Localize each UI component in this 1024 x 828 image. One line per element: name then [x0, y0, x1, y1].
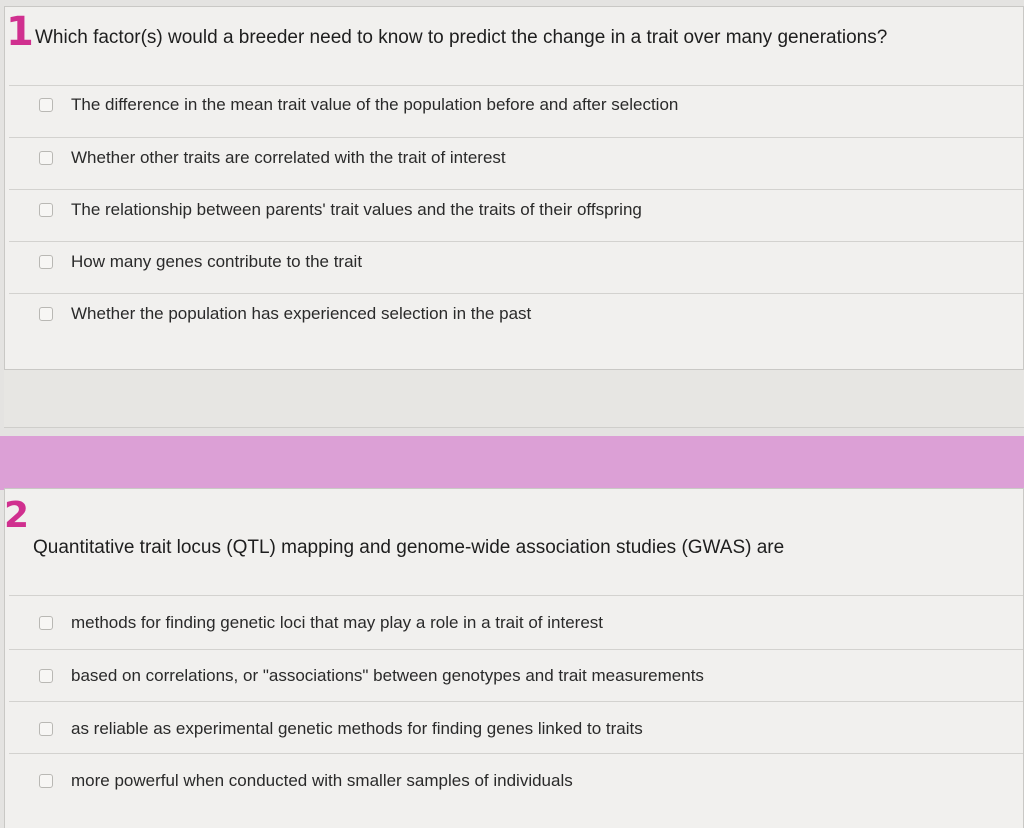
divider: [9, 649, 1023, 650]
question-2-option-1[interactable]: methods for finding genetic loci that ma…: [39, 611, 603, 635]
question-2-option-3[interactable]: as reliable as experimental genetic meth…: [39, 717, 643, 741]
divider: [9, 189, 1023, 190]
option-label: Whether other traits are correlated with…: [71, 148, 506, 167]
divider: [9, 753, 1023, 754]
divider: [9, 595, 1023, 596]
option-label: based on correlations, or "associations"…: [71, 666, 704, 685]
highlight-band: [0, 436, 1024, 490]
question-2-option-2[interactable]: based on correlations, or "associations"…: [39, 664, 704, 688]
question-2-annotation-marker: 2: [4, 495, 30, 536]
divider: [9, 293, 1023, 294]
divider: [9, 85, 1023, 86]
question-1-option-4[interactable]: How many genes contribute to the trait: [39, 250, 362, 274]
divider: [9, 137, 1023, 138]
question-1-text: Which factor(s) would a breeder need to …: [35, 27, 888, 48]
option-label: The relationship between parents' trait …: [71, 200, 642, 219]
question-1-panel: Which factor(s) would a breeder need to …: [4, 6, 1024, 370]
checkbox[interactable]: [39, 774, 53, 788]
divider: [9, 241, 1023, 242]
checkbox[interactable]: [39, 669, 53, 683]
option-label: Whether the population has experienced s…: [71, 304, 532, 323]
option-label: as reliable as experimental genetic meth…: [71, 719, 643, 738]
option-label: How many genes contribute to the trait: [71, 252, 363, 271]
question-1-option-3[interactable]: The relationship between parents' trait …: [39, 198, 642, 222]
question-1-annotation-marker: 1: [6, 9, 34, 55]
question-1-option-1[interactable]: The difference in the mean trait value o…: [39, 93, 678, 117]
spacer: [4, 370, 1024, 428]
divider: [9, 701, 1023, 702]
question-2-panel: Quantitative trait locus (QTL) mapping a…: [4, 488, 1024, 828]
checkbox[interactable]: [39, 255, 53, 269]
question-1-option-5[interactable]: Whether the population has experienced s…: [39, 302, 531, 326]
question-2-option-4[interactable]: more powerful when conducted with smalle…: [39, 769, 573, 793]
question-1-option-2[interactable]: Whether other traits are correlated with…: [39, 146, 506, 170]
option-label: more powerful when conducted with smalle…: [71, 771, 573, 790]
checkbox[interactable]: [39, 203, 53, 217]
checkbox[interactable]: [39, 616, 53, 630]
option-label: methods for finding genetic loci that ma…: [71, 613, 603, 632]
checkbox[interactable]: [39, 307, 53, 321]
option-label: The difference in the mean trait value o…: [71, 95, 679, 114]
checkbox[interactable]: [39, 151, 53, 165]
checkbox[interactable]: [39, 722, 53, 736]
question-2-text: Quantitative trait locus (QTL) mapping a…: [33, 537, 785, 558]
checkbox[interactable]: [39, 98, 53, 112]
